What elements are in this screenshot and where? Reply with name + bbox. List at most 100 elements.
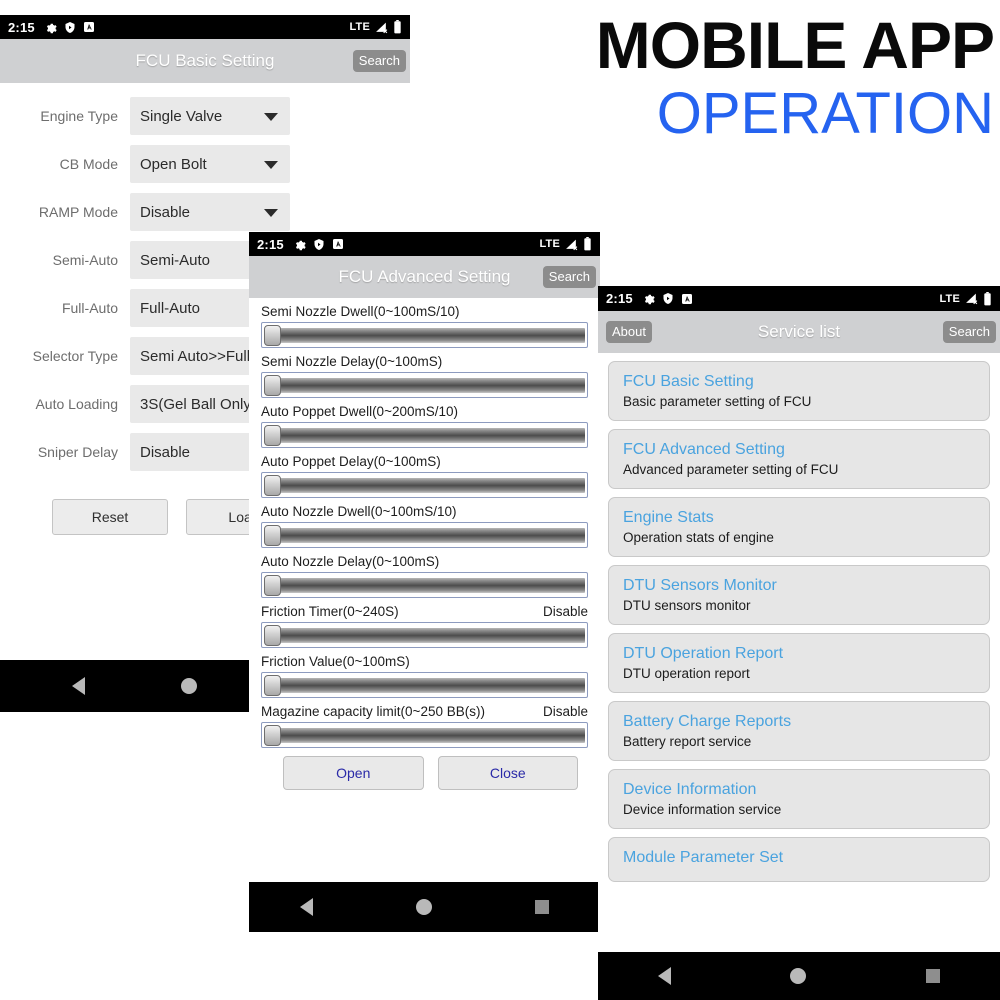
slider-label: Auto Nozzle Dwell(0~100mS/10) bbox=[261, 504, 457, 519]
slider-control[interactable] bbox=[261, 572, 588, 598]
service-list-item[interactable]: Battery Charge Reports Battery report se… bbox=[608, 701, 990, 761]
slider-thumb[interactable] bbox=[264, 475, 281, 496]
recent-apps-icon[interactable] bbox=[926, 969, 941, 983]
app-bar: FCU Advanced Setting Search bbox=[249, 256, 600, 298]
search-button[interactable]: Search bbox=[542, 265, 596, 289]
slider-thumb[interactable] bbox=[264, 625, 281, 646]
setting-label: Engine Type bbox=[40, 108, 118, 124]
app-bar: About Service list Search bbox=[598, 311, 1000, 353]
service-description: Battery report service bbox=[623, 734, 752, 749]
page-title: FCU Basic Setting bbox=[135, 51, 275, 70]
slider-track bbox=[264, 678, 585, 693]
slider-control[interactable] bbox=[261, 672, 588, 698]
service-list-item[interactable]: Device Information Device information se… bbox=[608, 769, 990, 829]
slider-item: Auto Nozzle Delay(0~100mS) bbox=[261, 548, 588, 598]
service-name: DTU Operation Report bbox=[623, 645, 784, 662]
status-bar: 2:15 LTE bbox=[249, 232, 600, 256]
screenshot-canvas: MOBILE APP OPERATION 2:15 LTE FCU Basic … bbox=[0, 0, 1000, 1000]
setting-value: Single Valve bbox=[140, 107, 223, 125]
slider-control[interactable] bbox=[261, 472, 588, 498]
service-list[interactable]: FCU Basic Setting Basic parameter settin… bbox=[598, 353, 1000, 882]
chevron-down-icon bbox=[264, 113, 278, 121]
slider-thumb[interactable] bbox=[264, 325, 281, 346]
status-bar-network: LTE bbox=[349, 21, 370, 33]
slider-thumb[interactable] bbox=[264, 375, 281, 396]
battery-icon bbox=[983, 291, 992, 306]
shield-icon bbox=[662, 292, 674, 305]
search-button[interactable]: Search bbox=[352, 49, 406, 73]
slider-control[interactable] bbox=[261, 622, 588, 648]
setting-row: Engine Type Single Valve bbox=[0, 97, 410, 135]
service-list-item[interactable]: FCU Basic Setting Basic parameter settin… bbox=[608, 361, 990, 421]
open-button[interactable]: Open bbox=[283, 756, 424, 790]
system-navigation-bar bbox=[249, 882, 600, 932]
setting-label: Auto Loading bbox=[35, 396, 118, 412]
reset-button[interactable]: Reset bbox=[52, 499, 168, 535]
setting-row: RAMP Mode Disable bbox=[0, 193, 410, 231]
slider-thumb[interactable] bbox=[264, 725, 281, 746]
slider-track bbox=[264, 428, 585, 443]
headline-line-1: MOBILE APP bbox=[595, 8, 995, 82]
close-button[interactable]: Close bbox=[437, 756, 578, 790]
setting-dropdown[interactable]: Disable bbox=[130, 193, 290, 231]
service-name: Module Parameter Set bbox=[623, 849, 784, 866]
service-description: Advanced parameter setting of FCU bbox=[623, 462, 839, 477]
status-bar-network: LTE bbox=[539, 238, 560, 250]
service-name: DTU Sensors Monitor bbox=[623, 577, 777, 594]
slider-control[interactable] bbox=[261, 422, 588, 448]
slider-item: Auto Poppet Delay(0~100mS) bbox=[261, 448, 588, 498]
back-icon[interactable] bbox=[657, 967, 671, 985]
phone-screen-service-list: 2:15 LTE About Service list Search FCU B… bbox=[598, 286, 1000, 1000]
status-bar: 2:15 LTE bbox=[598, 286, 1000, 311]
slider-item: Semi Nozzle Dwell(0~100mS/10) bbox=[261, 298, 588, 348]
gear-icon bbox=[642, 292, 655, 305]
app-badge-icon bbox=[83, 21, 95, 33]
slider-thumb[interactable] bbox=[264, 675, 281, 696]
slider-track bbox=[264, 628, 585, 643]
slider-thumb[interactable] bbox=[264, 575, 281, 596]
setting-dropdown[interactable]: Open Bolt bbox=[130, 145, 290, 183]
app-bar: FCU Basic Setting Search bbox=[0, 39, 410, 83]
slider-value: Disable bbox=[542, 604, 588, 619]
slider-label: Magazine capacity limit(0~250 BB(s)) bbox=[261, 704, 485, 719]
slider-control[interactable] bbox=[261, 322, 588, 348]
headline: MOBILE APP OPERATION bbox=[440, 12, 1000, 151]
headline-line-2: OPERATION bbox=[656, 81, 994, 146]
setting-label: Selector Type bbox=[32, 348, 118, 364]
slider-track bbox=[264, 478, 585, 493]
service-list-item[interactable]: DTU Operation Report DTU operation repor… bbox=[608, 633, 990, 693]
slider-control[interactable] bbox=[261, 722, 588, 748]
slider-control[interactable] bbox=[261, 522, 588, 548]
search-button[interactable]: Search bbox=[942, 320, 996, 344]
setting-value: 3S(Gel Ball Only) bbox=[140, 395, 256, 413]
back-icon[interactable] bbox=[300, 898, 314, 916]
slider-thumb[interactable] bbox=[264, 525, 281, 546]
service-name: FCU Basic Setting bbox=[623, 373, 754, 390]
setting-label: RAMP Mode bbox=[38, 204, 118, 220]
advanced-setting-list[interactable]: Semi Nozzle Dwell(0~100mS/10) Semi Nozzl… bbox=[249, 298, 600, 790]
service-description: Basic parameter setting of FCU bbox=[623, 394, 812, 409]
slider-label: Auto Poppet Dwell(0~200mS/10) bbox=[261, 404, 458, 419]
service-list-item[interactable]: Module Parameter Set bbox=[608, 837, 990, 882]
setting-row: CB Mode Open Bolt bbox=[0, 145, 410, 183]
service-list-item[interactable]: FCU Advanced Setting Advanced parameter … bbox=[608, 429, 990, 489]
setting-label: Full-Auto bbox=[61, 300, 118, 316]
setting-label: Sniper Delay bbox=[37, 444, 118, 460]
slider-label: Friction Timer(0~240S) bbox=[261, 604, 399, 619]
recent-apps-icon[interactable] bbox=[534, 900, 549, 914]
home-icon[interactable] bbox=[415, 899, 432, 915]
setting-label: CB Mode bbox=[59, 156, 118, 172]
home-icon[interactable] bbox=[181, 678, 197, 694]
service-list-item[interactable]: Engine Stats Operation stats of engine bbox=[608, 497, 990, 557]
setting-value: Disable bbox=[140, 443, 191, 461]
back-icon[interactable] bbox=[72, 677, 85, 695]
slider-control[interactable] bbox=[261, 372, 588, 398]
slider-thumb[interactable] bbox=[264, 425, 281, 446]
home-icon[interactable] bbox=[790, 968, 807, 984]
setting-value: Full-Auto bbox=[140, 299, 201, 317]
slider-item: Auto Nozzle Dwell(0~100mS/10) bbox=[261, 498, 588, 548]
service-list-item[interactable]: DTU Sensors Monitor DTU sensors monitor bbox=[608, 565, 990, 625]
about-button[interactable]: About bbox=[606, 320, 652, 344]
setting-dropdown[interactable]: Single Valve bbox=[130, 97, 290, 135]
slider-track bbox=[264, 328, 585, 343]
